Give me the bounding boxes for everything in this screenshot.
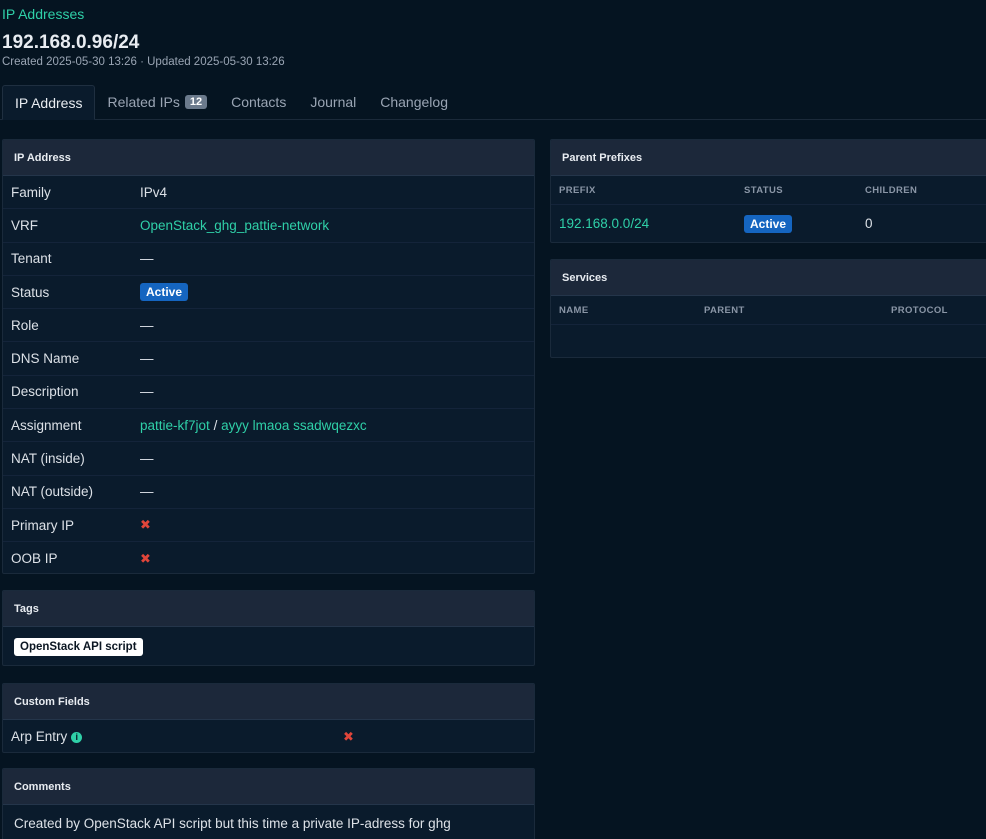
attr-label: Role xyxy=(11,317,39,333)
related-ips-count-badge: 12 xyxy=(184,95,208,109)
card-title: IP Address xyxy=(14,151,71,164)
attr-label: Arp Entry i xyxy=(3,729,343,744)
tab-bar: IP Address Related IPs 12 Contacts Journ… xyxy=(0,85,986,120)
tags-card: Tags OpenStack API script xyxy=(2,590,535,666)
table-header: NAME PARENT PROTOCOL xyxy=(551,296,986,325)
x-mark-icon: ✖ xyxy=(343,728,354,744)
arp-entry-label: Arp Entry xyxy=(11,729,68,744)
status-badge: Active xyxy=(744,214,793,233)
card-header: Tags xyxy=(3,591,534,627)
attr-label: NAT (outside) xyxy=(11,484,94,500)
attr-primary-ip: Primary IP ✖ xyxy=(3,509,534,543)
card-header: Services xyxy=(551,260,986,296)
attr-value: — xyxy=(140,351,154,367)
attr-label: Description xyxy=(11,384,79,400)
attr-arp-entry: Arp Entry i ✖ xyxy=(3,720,534,752)
attr-status: Status Active xyxy=(3,276,534,310)
attr-label: Assignment xyxy=(11,417,82,433)
attr-tenant: Tenant — xyxy=(3,243,534,276)
attribute-table: Family IPv4 VRF OpenStack_ghg_pattie-net… xyxy=(3,176,534,573)
column-header-prefix: PREFIX xyxy=(559,184,596,196)
tab-ip-address[interactable]: IP Address xyxy=(2,85,96,120)
tab-label: IP Address xyxy=(15,94,83,111)
assignment-separator: / xyxy=(213,417,218,433)
card-title: Custom Fields xyxy=(14,695,90,708)
attr-label: NAT (inside) xyxy=(11,451,85,467)
card-title: Services xyxy=(562,271,608,284)
card-title: Tags xyxy=(14,602,39,615)
attr-assignment: Assignment pattie-kf7jot / ayyy lmaoa ss… xyxy=(3,409,534,443)
attr-dns-name: DNS Name — xyxy=(3,342,534,376)
column-header-name: NAME xyxy=(559,304,589,316)
column-header-protocol: PROTOCOL xyxy=(891,304,948,316)
vrf-link[interactable]: OpenStack_ghg_pattie-network xyxy=(140,218,329,233)
card-header: Parent Prefixes xyxy=(551,140,986,176)
attr-value: — xyxy=(140,451,154,467)
attr-label: Family xyxy=(11,184,51,200)
column-header-children: CHILDREN xyxy=(865,184,918,196)
attr-label: Status xyxy=(11,284,50,300)
attr-value: — xyxy=(140,251,154,267)
attr-vrf: VRF OpenStack_ghg_pattie-network xyxy=(3,209,534,243)
attr-description: Description — xyxy=(3,376,534,410)
tab-related-ips[interactable]: Related IPs 12 xyxy=(95,85,219,119)
table-row: 192.168.0.0/24 Active 0 xyxy=(551,205,986,242)
tab-contacts[interactable]: Contacts xyxy=(219,85,298,119)
attr-label: Primary IP xyxy=(11,517,75,533)
page-title: 192.168.0.96/24 xyxy=(2,32,140,53)
card-header: Comments xyxy=(3,769,534,805)
ip-address-card: IP Address Family IPv4 VRF OpenStack_ghg… xyxy=(2,139,535,574)
attr-label: DNS Name xyxy=(11,351,80,367)
column-header-parent: PARENT xyxy=(704,304,745,316)
attr-nat-inside: NAT (inside) — xyxy=(3,442,534,476)
tab-label: Journal xyxy=(310,94,357,110)
tab-changelog[interactable]: Changelog xyxy=(368,85,460,119)
x-mark-icon: ✖ xyxy=(140,550,151,566)
attr-role: Role — xyxy=(3,309,534,343)
attr-family: Family IPv4 xyxy=(3,176,534,210)
parent-prefixes-card: Parent Prefixes PREFIX STATUS CHILDREN 1… xyxy=(550,139,986,243)
tag-list: OpenStack API script xyxy=(3,627,534,665)
attr-label: OOB IP xyxy=(11,551,58,567)
column-header-status: STATUS xyxy=(744,184,783,196)
services-card: Services NAME PARENT PROTOCOL xyxy=(550,259,986,358)
info-icon[interactable]: i xyxy=(71,731,83,743)
table-header: PREFIX STATUS CHILDREN xyxy=(551,176,986,205)
tag-pill[interactable]: OpenStack API script xyxy=(14,638,143,656)
attr-nat-outside: NAT (outside) — xyxy=(3,476,534,509)
x-mark-icon: ✖ xyxy=(140,517,151,533)
attr-value: — xyxy=(140,384,154,400)
tab-label: Related IPs xyxy=(107,94,180,110)
breadcrumb[interactable]: IP Addresses xyxy=(2,6,84,22)
attr-value: — xyxy=(140,317,154,333)
comment-text: Created by OpenStack API script but this… xyxy=(14,816,451,831)
attr-value: — xyxy=(140,484,154,500)
status-badge: Active xyxy=(140,283,189,302)
card-title: Comments xyxy=(14,780,71,793)
assignment-interface-link[interactable]: ayyy lmaoa ssadwqezxc xyxy=(221,418,367,433)
card-title: Parent Prefixes xyxy=(562,151,643,164)
attr-label: VRF xyxy=(11,217,38,233)
assignment-device-link[interactable]: pattie-kf7jot xyxy=(140,418,210,433)
created-updated-meta: Created 2025-05-30 13:26 · Updated 2025-… xyxy=(2,56,285,68)
attr-oob-ip: OOB IP ✖ xyxy=(3,542,534,573)
comments-card: Comments Created by OpenStack API script… xyxy=(2,768,535,839)
attr-label: Tenant xyxy=(11,251,52,267)
children-count: 0 xyxy=(865,216,873,231)
card-header: IP Address xyxy=(3,140,534,176)
card-header: Custom Fields xyxy=(3,684,534,720)
tab-label: Contacts xyxy=(231,94,287,110)
attr-value: IPv4 xyxy=(140,184,168,200)
tab-label: Changelog xyxy=(380,94,448,110)
tab-journal[interactable]: Journal xyxy=(298,85,368,119)
custom-fields-card: Custom Fields Arp Entry i ✖ xyxy=(2,683,535,753)
prefix-link[interactable]: 192.168.0.0/24 xyxy=(559,216,649,231)
